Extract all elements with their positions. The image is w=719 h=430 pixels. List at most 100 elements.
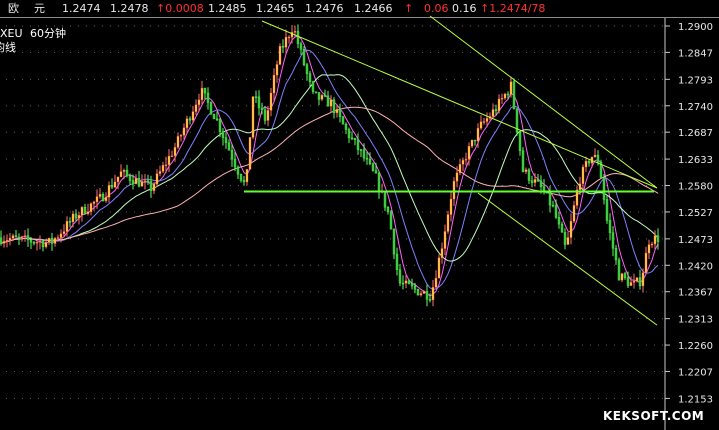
grid-dot bbox=[494, 238, 495, 240]
grid-dot bbox=[598, 370, 599, 372]
candle-body bbox=[269, 92, 273, 111]
grid-dot bbox=[166, 370, 167, 372]
grid-dot bbox=[502, 158, 503, 160]
candle-body bbox=[143, 180, 147, 183]
grid-dot bbox=[238, 397, 239, 399]
candle-body bbox=[134, 177, 138, 185]
grid-dot bbox=[630, 344, 631, 346]
grid-dot bbox=[654, 158, 655, 160]
grid-dot bbox=[326, 397, 327, 399]
grid-dot bbox=[606, 291, 607, 293]
grid-dot bbox=[302, 397, 303, 399]
grid-dot bbox=[126, 238, 127, 240]
grid-dot bbox=[366, 370, 367, 372]
grid-dot bbox=[534, 264, 535, 266]
grid-dot bbox=[14, 105, 15, 107]
grid-dot bbox=[550, 158, 551, 160]
grid-dot bbox=[270, 397, 271, 399]
grid-dot bbox=[94, 158, 95, 160]
grid-dot bbox=[646, 344, 647, 346]
candle-body bbox=[176, 136, 180, 148]
grid-dot bbox=[62, 264, 63, 266]
candle-body bbox=[563, 232, 567, 245]
grid-dot bbox=[302, 78, 303, 80]
grid-dot bbox=[558, 370, 559, 372]
grid-dot bbox=[198, 397, 199, 399]
grid-dot bbox=[438, 318, 439, 320]
grid-dot bbox=[238, 25, 239, 27]
grid-dot bbox=[262, 185, 263, 187]
grid-dot bbox=[62, 105, 63, 107]
grid-dot bbox=[462, 318, 463, 320]
grid-dot bbox=[46, 158, 47, 160]
grid-dot bbox=[286, 105, 287, 107]
candle-body bbox=[107, 185, 111, 198]
grid-dot bbox=[382, 211, 383, 213]
grid-dot bbox=[158, 25, 159, 27]
grid-dot bbox=[390, 51, 391, 53]
grid-dot bbox=[166, 105, 167, 107]
grid-dot bbox=[638, 105, 639, 107]
grid-dot bbox=[358, 51, 359, 53]
grid-dot bbox=[566, 25, 567, 27]
grid-dot bbox=[494, 105, 495, 107]
grid-dot bbox=[478, 238, 479, 240]
candle-body bbox=[422, 291, 426, 294]
grid-dot bbox=[614, 344, 615, 346]
grid-dot bbox=[542, 25, 543, 27]
grid-dot bbox=[102, 397, 103, 399]
grid-dot bbox=[646, 78, 647, 80]
grid-dot bbox=[182, 264, 183, 266]
grid-dot bbox=[270, 238, 271, 240]
grid-dot bbox=[310, 264, 311, 266]
grid-dot bbox=[582, 291, 583, 293]
grid-dot bbox=[334, 211, 335, 213]
grid-dot bbox=[606, 318, 607, 320]
grid-dot bbox=[62, 370, 63, 372]
grid-dot bbox=[174, 131, 175, 133]
candle-body bbox=[614, 248, 618, 261]
grid-dot bbox=[438, 158, 439, 160]
grid-dot bbox=[590, 131, 591, 133]
grid-dot bbox=[238, 211, 239, 213]
grid-dot bbox=[342, 344, 343, 346]
grid-dot bbox=[398, 397, 399, 399]
grid-dot bbox=[382, 397, 383, 399]
candle-body bbox=[260, 107, 264, 110]
grid-dot bbox=[238, 105, 239, 107]
candle-body bbox=[164, 164, 168, 166]
price-axis[interactable]: 1.2900 1.2847 1.2793 1.2740 1.2687 1.2633 1.25… bbox=[665, 22, 713, 405]
grid-dot bbox=[174, 211, 175, 213]
candle-body bbox=[200, 87, 204, 101]
grid-dot bbox=[494, 370, 495, 372]
candle-body bbox=[95, 196, 99, 203]
grid-dot bbox=[614, 131, 615, 133]
grid-dot bbox=[318, 318, 319, 320]
grid-dot bbox=[294, 51, 295, 53]
grid-dot bbox=[358, 105, 359, 107]
grid-dot bbox=[150, 25, 151, 27]
grid-dot bbox=[550, 25, 551, 27]
grid-dot bbox=[334, 370, 335, 372]
candle-body bbox=[245, 169, 249, 183]
grid-dot bbox=[662, 158, 663, 160]
grid-dot bbox=[334, 318, 335, 320]
grid-dot bbox=[454, 78, 455, 80]
grid-dot bbox=[558, 158, 559, 160]
candle-body bbox=[593, 154, 597, 158]
grid-dot bbox=[126, 318, 127, 320]
grid-dot bbox=[414, 264, 415, 266]
candle-body bbox=[518, 131, 522, 151]
candle-body bbox=[203, 87, 207, 94]
grid-dot bbox=[406, 78, 407, 80]
grid-dot bbox=[358, 291, 359, 293]
grid-dot bbox=[638, 318, 639, 320]
grid-dot bbox=[350, 318, 351, 320]
grid-dot bbox=[662, 344, 663, 346]
grid-dot bbox=[286, 158, 287, 160]
grid-dot bbox=[158, 78, 159, 80]
grid-dot bbox=[510, 25, 511, 27]
candle-body bbox=[161, 165, 165, 172]
grid-dot bbox=[390, 344, 391, 346]
grid-dot bbox=[542, 78, 543, 80]
